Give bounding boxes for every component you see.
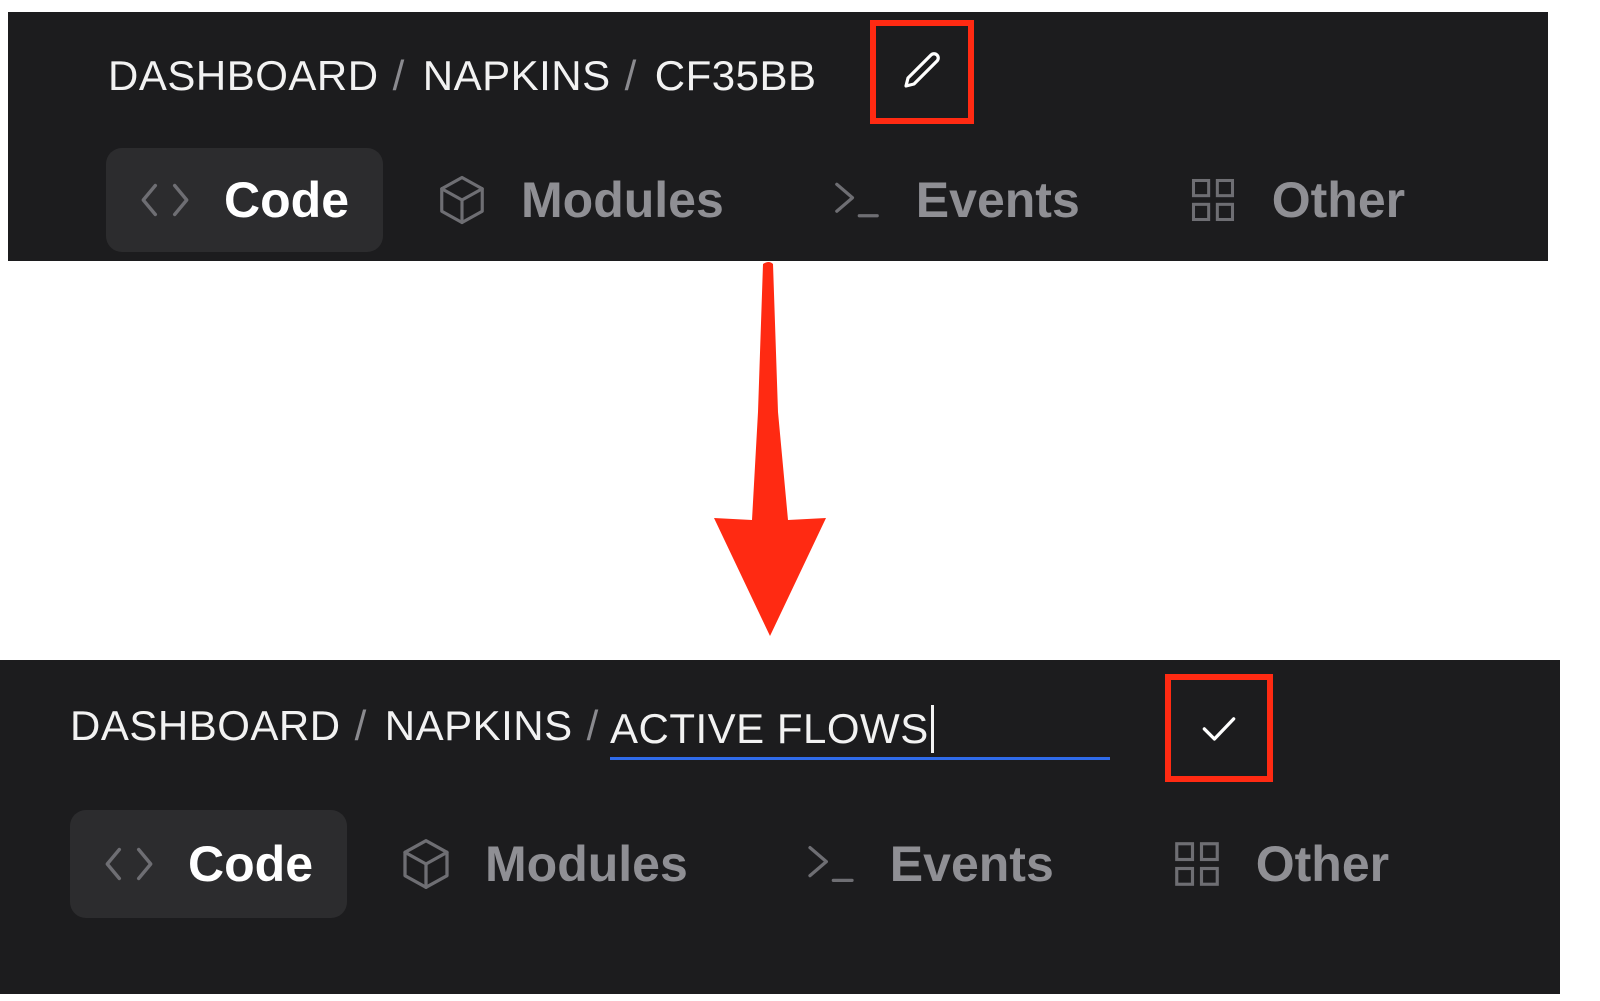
code-brackets-icon bbox=[100, 835, 158, 893]
tab-label: Other bbox=[1271, 172, 1406, 228]
cube-icon bbox=[433, 171, 491, 229]
title-input-value: ACTIVE FLOWS bbox=[610, 704, 929, 752]
transition-arrow-icon bbox=[714, 262, 826, 636]
tab-code[interactable]: Code bbox=[106, 148, 383, 252]
confirm-title-button[interactable] bbox=[1165, 674, 1273, 782]
tab-events[interactable]: Events bbox=[772, 810, 1088, 918]
pencil-icon bbox=[904, 52, 940, 88]
breadcrumb-separator: / bbox=[354, 702, 367, 749]
code-brackets-icon bbox=[136, 171, 194, 229]
tab-label: Modules bbox=[521, 172, 724, 228]
tab-other[interactable]: Other bbox=[1154, 148, 1439, 252]
breadcrumb-napkins[interactable]: NAPKINS bbox=[423, 52, 611, 100]
checkmark-icon bbox=[1202, 717, 1236, 741]
breadcrumb-current: CF35BB bbox=[654, 52, 817, 99]
text-caret bbox=[930, 704, 934, 753]
terminal-icon bbox=[802, 835, 860, 893]
breadcrumb: DASHBOARD / NAPKINS / CF35BB bbox=[108, 50, 817, 102]
tab-modules[interactable]: Modules bbox=[403, 148, 758, 252]
tab-label: Modules bbox=[485, 836, 688, 892]
tab-code[interactable]: Code bbox=[70, 810, 347, 918]
cube-icon bbox=[397, 835, 455, 893]
tab-bar: Code Modules Events Other bbox=[106, 148, 1439, 252]
tab-label: Other bbox=[1255, 836, 1390, 892]
breadcrumb-napkins[interactable]: NAPKINS bbox=[385, 702, 573, 750]
breadcrumb-separator: / bbox=[392, 52, 405, 99]
breadcrumb-separator: / bbox=[624, 52, 637, 99]
breadcrumb: DASHBOARD / NAPKINS / bbox=[70, 696, 617, 756]
breadcrumb-separator: / bbox=[586, 702, 599, 749]
header-before: DASHBOARD / NAPKINS / CF35BB Code Module… bbox=[8, 12, 1548, 261]
tab-bar: Code Modules Events Other bbox=[70, 810, 1423, 918]
breadcrumb-dashboard[interactable]: DASHBOARD bbox=[70, 702, 341, 750]
header-after: DASHBOARD / NAPKINS / ACTIVE FLOWS Code bbox=[0, 660, 1560, 994]
edit-title-button[interactable] bbox=[870, 20, 974, 124]
tab-other[interactable]: Other bbox=[1138, 810, 1423, 918]
tab-label: Code bbox=[188, 836, 313, 892]
terminal-icon bbox=[828, 171, 886, 229]
grid-icon bbox=[1168, 835, 1226, 893]
tab-label: Events bbox=[915, 172, 1080, 228]
title-input[interactable]: ACTIVE FLOWS bbox=[610, 700, 1110, 760]
tab-modules[interactable]: Modules bbox=[367, 810, 722, 918]
grid-icon bbox=[1184, 171, 1242, 229]
tab-label: Events bbox=[889, 836, 1054, 892]
tab-events[interactable]: Events bbox=[798, 148, 1114, 252]
tab-label: Code bbox=[224, 172, 349, 228]
breadcrumb-dashboard[interactable]: DASHBOARD bbox=[108, 52, 379, 100]
